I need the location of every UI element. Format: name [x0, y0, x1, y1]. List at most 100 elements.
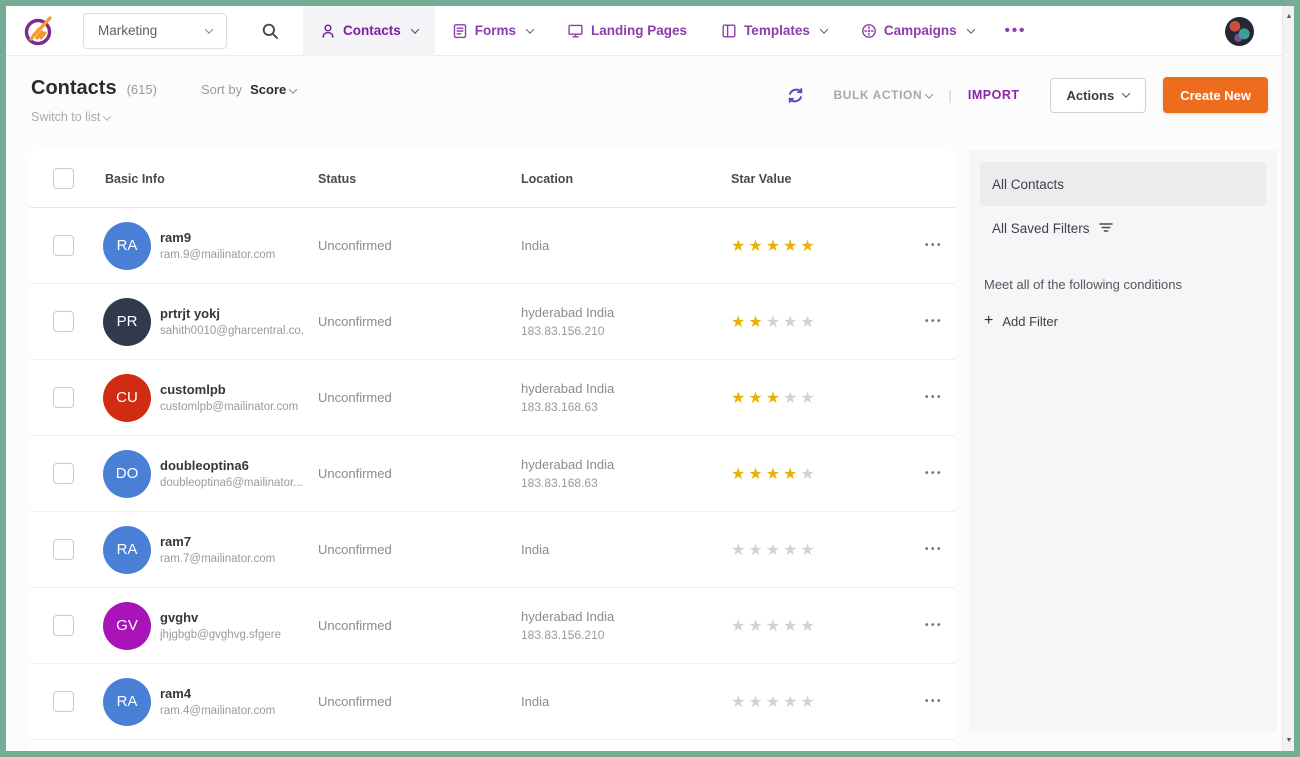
- column-header-status[interactable]: Status: [318, 172, 521, 186]
- star-filled-icon[interactable]: ★: [731, 238, 748, 255]
- search-icon: [261, 22, 279, 40]
- star-empty-icon[interactable]: ★: [731, 542, 748, 559]
- row-checkbox[interactable]: [53, 235, 74, 256]
- import-button[interactable]: IMPORT: [968, 88, 1020, 102]
- star-filled-icon[interactable]: ★: [783, 466, 800, 483]
- star-empty-icon[interactable]: ★: [748, 694, 765, 711]
- table-header-row: Basic Info Status Location Star Value: [30, 150, 955, 208]
- nav-tab-campaigns[interactable]: Campaigns: [844, 6, 991, 56]
- nav-tab-contacts[interactable]: Contacts: [303, 6, 435, 56]
- star-filled-icon[interactable]: ★: [748, 390, 765, 407]
- row-menu-button[interactable]: •••: [925, 544, 943, 555]
- star-empty-icon[interactable]: ★: [731, 618, 748, 635]
- workspace-selector[interactable]: Marketing: [83, 13, 227, 49]
- template-icon: [721, 23, 737, 39]
- nav-more-button[interactable]: •••: [991, 6, 1041, 56]
- star-empty-icon[interactable]: ★: [783, 618, 800, 635]
- contact-name[interactable]: ram7: [160, 534, 275, 549]
- column-header-star-value[interactable]: Star Value: [731, 172, 913, 186]
- star-rating[interactable]: ★★★★★: [731, 464, 913, 484]
- contact-name[interactable]: customlpb: [160, 382, 298, 397]
- top-header: Marketing Contacts Forms: [6, 6, 1294, 56]
- star-empty-icon[interactable]: ★: [800, 390, 817, 407]
- star-empty-icon[interactable]: ★: [800, 314, 817, 331]
- select-all-checkbox[interactable]: [53, 168, 74, 189]
- contact-name[interactable]: ram4: [160, 686, 275, 701]
- row-checkbox[interactable]: [53, 387, 74, 408]
- column-header-basic-info[interactable]: Basic Info: [103, 172, 318, 186]
- star-empty-icon[interactable]: ★: [748, 542, 765, 559]
- star-empty-icon[interactable]: ★: [766, 314, 783, 331]
- sort-value-dropdown[interactable]: Score: [250, 82, 296, 97]
- scroll-down-icon[interactable]: ▼: [1283, 737, 1295, 744]
- row-menu-button[interactable]: •••: [925, 468, 943, 479]
- star-filled-icon[interactable]: ★: [766, 390, 783, 407]
- star-empty-icon[interactable]: ★: [800, 618, 817, 635]
- refresh-button[interactable]: [786, 86, 805, 105]
- contact-name[interactable]: prtrjt yokj: [160, 306, 305, 321]
- star-filled-icon[interactable]: ★: [748, 466, 765, 483]
- star-empty-icon[interactable]: ★: [731, 694, 748, 711]
- actions-dropdown-button[interactable]: Actions: [1050, 78, 1147, 113]
- star-rating[interactable]: ★★★★★: [731, 236, 913, 256]
- row-checkbox[interactable]: [53, 311, 74, 332]
- star-empty-icon[interactable]: ★: [766, 618, 783, 635]
- star-empty-icon[interactable]: ★: [783, 694, 800, 711]
- star-rating[interactable]: ★★★★★: [731, 388, 913, 408]
- star-empty-icon[interactable]: ★: [748, 618, 765, 635]
- star-filled-icon[interactable]: ★: [783, 238, 800, 255]
- row-menu-button[interactable]: •••: [925, 620, 943, 631]
- row-checkbox[interactable]: [53, 463, 74, 484]
- star-empty-icon[interactable]: ★: [783, 390, 800, 407]
- contact-ip: 183.83.156.210: [521, 628, 731, 642]
- star-filled-icon[interactable]: ★: [731, 314, 748, 331]
- star-filled-icon[interactable]: ★: [766, 466, 783, 483]
- switch-to-list-toggle[interactable]: Switch to list: [31, 110, 296, 124]
- star-filled-icon[interactable]: ★: [766, 238, 783, 255]
- row-checkbox[interactable]: [53, 615, 74, 636]
- user-avatar[interactable]: [1225, 17, 1254, 46]
- row-menu-button[interactable]: •••: [925, 316, 943, 327]
- row-menu-button[interactable]: •••: [925, 392, 943, 403]
- sidebar-item-all-saved-filters[interactable]: All Saved Filters: [980, 206, 1266, 250]
- star-rating[interactable]: ★★★★★: [731, 616, 913, 636]
- star-empty-icon[interactable]: ★: [783, 314, 800, 331]
- star-rating[interactable]: ★★★★★: [731, 540, 913, 560]
- star-filled-icon[interactable]: ★: [748, 238, 765, 255]
- row-menu-button[interactable]: •••: [925, 696, 943, 707]
- row-checkbox[interactable]: [53, 539, 74, 560]
- row-menu-button[interactable]: •••: [925, 240, 943, 251]
- brand-logo-icon[interactable]: [20, 12, 58, 50]
- sidebar-item-all-contacts[interactable]: All Contacts: [980, 162, 1266, 206]
- chevron-down-icon: [1122, 89, 1130, 97]
- star-filled-icon[interactable]: ★: [731, 390, 748, 407]
- nav-tab-templates[interactable]: Templates: [704, 6, 844, 56]
- nav-tab-forms[interactable]: Forms: [435, 6, 550, 56]
- search-button[interactable]: [253, 22, 287, 40]
- table-row: DO doubleoptina6 doubleoptina6@mailinato…: [30, 436, 955, 512]
- star-empty-icon[interactable]: ★: [800, 466, 817, 483]
- chevron-down-icon: [411, 25, 419, 33]
- bulk-action-dropdown[interactable]: BULK ACTION: [833, 88, 932, 102]
- row-checkbox[interactable]: [53, 691, 74, 712]
- nav-tab-landing-pages[interactable]: Landing Pages: [550, 6, 704, 56]
- star-filled-icon[interactable]: ★: [748, 314, 765, 331]
- contact-name[interactable]: gvghv: [160, 610, 281, 625]
- star-empty-icon[interactable]: ★: [766, 542, 783, 559]
- star-empty-icon[interactable]: ★: [783, 542, 800, 559]
- column-header-location[interactable]: Location: [521, 172, 731, 186]
- star-filled-icon[interactable]: ★: [800, 238, 817, 255]
- star-filled-icon[interactable]: ★: [731, 466, 748, 483]
- add-filter-button[interactable]: + Add Filter: [984, 313, 1266, 329]
- chevron-down-icon: [205, 25, 213, 33]
- star-empty-icon[interactable]: ★: [800, 542, 817, 559]
- contact-name[interactable]: doubleoptina6: [160, 458, 303, 473]
- scroll-up-icon[interactable]: ▲: [1283, 13, 1295, 20]
- star-rating[interactable]: ★★★★★: [731, 312, 913, 332]
- star-empty-icon[interactable]: ★: [766, 694, 783, 711]
- contact-name[interactable]: ram9: [160, 230, 275, 245]
- create-new-button[interactable]: Create New: [1163, 77, 1268, 113]
- star-empty-icon[interactable]: ★: [800, 694, 817, 711]
- star-rating[interactable]: ★★★★★: [731, 692, 913, 712]
- page-scrollbar[interactable]: ▲ ▼: [1282, 6, 1294, 751]
